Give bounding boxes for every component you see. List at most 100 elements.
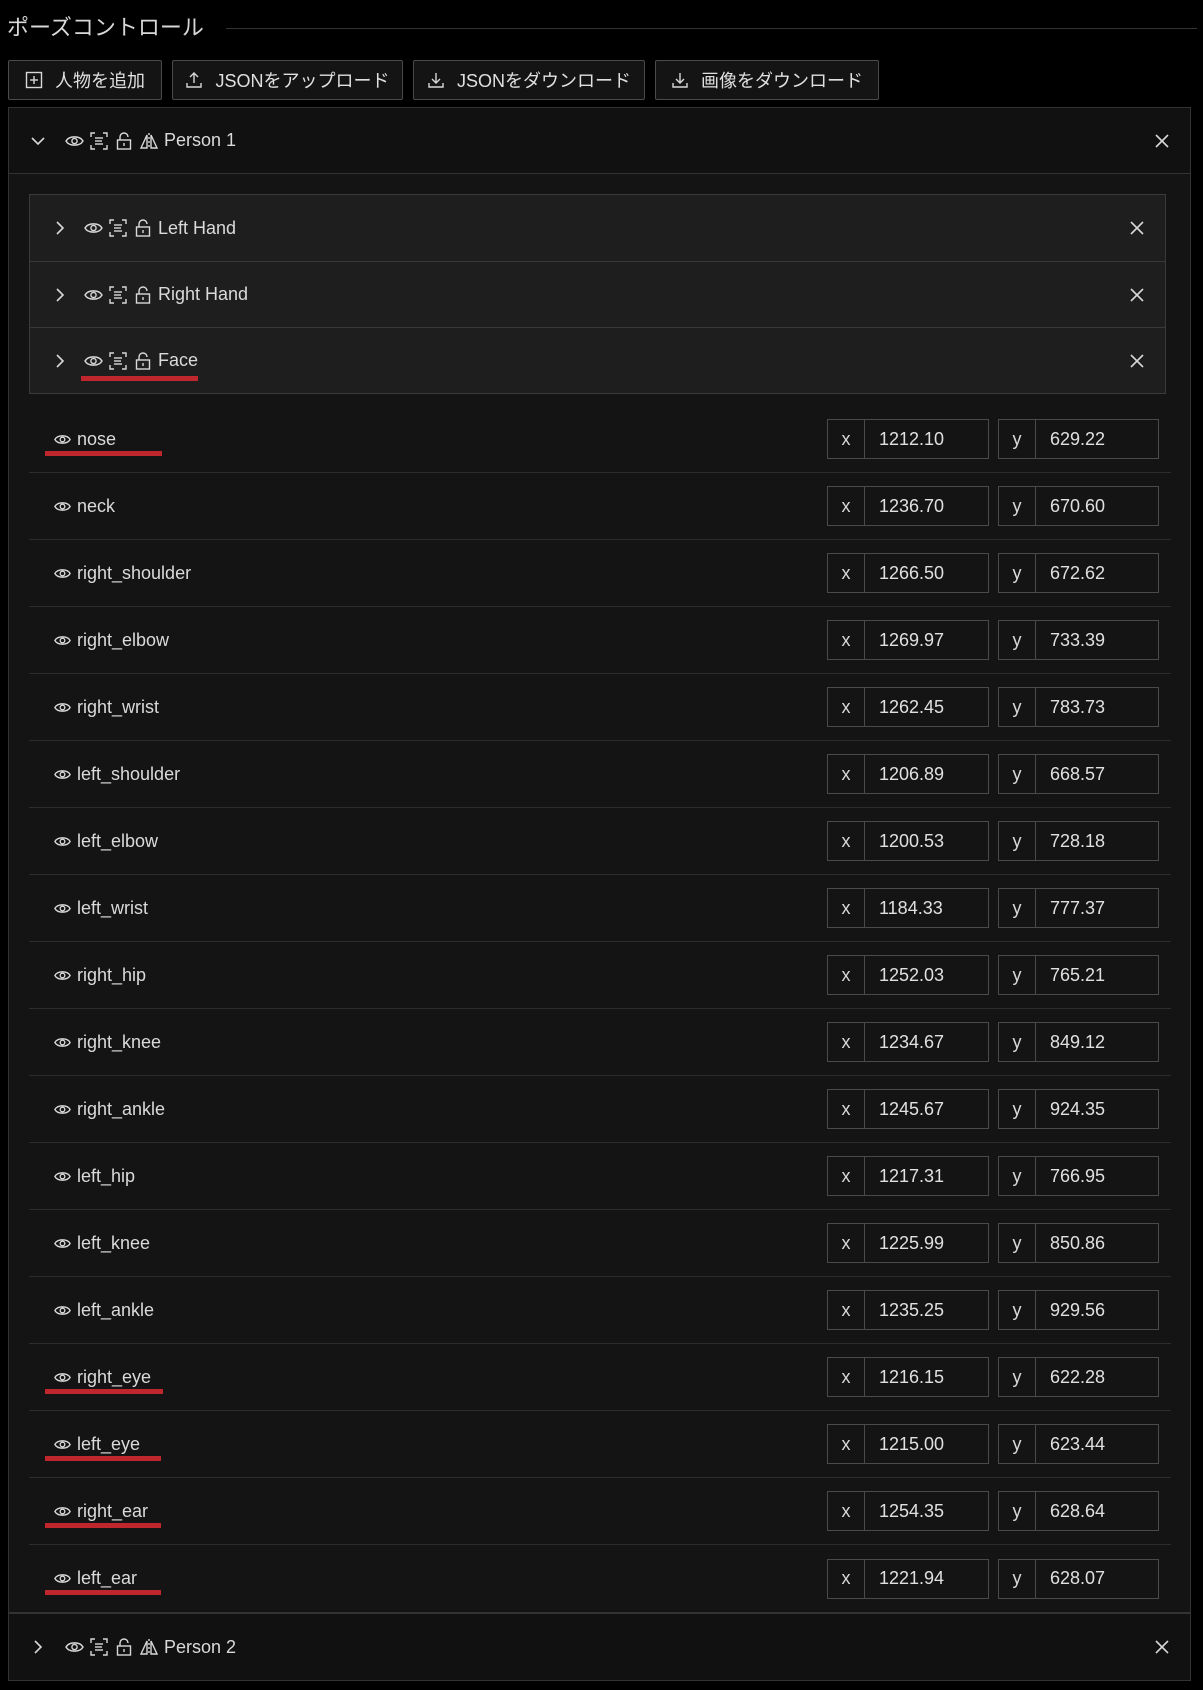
x-value-input[interactable] — [865, 1157, 985, 1195]
x-value-input[interactable] — [865, 1023, 985, 1061]
x-value-input[interactable] — [865, 1224, 985, 1262]
eye-icon[interactable] — [82, 217, 104, 239]
part-item-face[interactable]: Face — [30, 327, 1165, 393]
eye-icon[interactable] — [51, 1299, 73, 1321]
eye-icon[interactable] — [51, 1232, 73, 1254]
y-value-input[interactable] — [1036, 688, 1146, 726]
x-value-input[interactable] — [865, 956, 985, 994]
unlock-icon[interactable] — [113, 1636, 135, 1658]
part-item-right-hand[interactable]: Right Hand — [30, 261, 1165, 327]
y-value-input[interactable] — [1036, 621, 1146, 659]
close-icon[interactable] — [1127, 218, 1147, 238]
eye-icon[interactable] — [51, 897, 73, 919]
x-axis-label: x — [828, 487, 865, 525]
bounding-box-icon[interactable] — [107, 217, 129, 239]
flip-horizontal-icon[interactable] — [138, 130, 160, 152]
eye-icon[interactable] — [51, 428, 73, 450]
person-header-2[interactable]: Person 2 — [9, 1614, 1190, 1680]
x-value-input[interactable] — [865, 1425, 985, 1463]
y-value-input[interactable] — [1036, 755, 1146, 793]
part-item-left-hand[interactable]: Left Hand — [30, 195, 1165, 261]
y-value-input[interactable] — [1036, 1291, 1146, 1329]
unlock-icon[interactable] — [132, 350, 154, 372]
close-icon[interactable] — [1152, 131, 1172, 151]
chevron-down-icon[interactable] — [28, 131, 48, 151]
x-value-input[interactable] — [865, 420, 985, 458]
chevron-right-icon[interactable] — [50, 218, 70, 238]
chevron-right-icon[interactable] — [50, 285, 70, 305]
eye-icon[interactable] — [51, 1568, 73, 1590]
eye-icon[interactable] — [63, 130, 85, 152]
download-image-button[interactable]: 画像をダウンロード — [655, 60, 879, 100]
x-value-input[interactable] — [865, 755, 985, 793]
x-value-input[interactable] — [865, 889, 985, 927]
x-value-input[interactable] — [865, 554, 985, 592]
y-value-input[interactable] — [1036, 1358, 1146, 1396]
unlock-icon[interactable] — [132, 217, 154, 239]
close-icon[interactable] — [1152, 1637, 1172, 1657]
eye-icon[interactable] — [82, 284, 104, 306]
keypoint-row: left_knee x y — [29, 1210, 1171, 1277]
chevron-right-icon[interactable] — [50, 351, 70, 371]
eye-icon[interactable] — [51, 1098, 73, 1120]
bounding-box-icon[interactable] — [107, 350, 129, 372]
eye-icon[interactable] — [51, 562, 73, 584]
person-header-1[interactable]: Person 1 — [9, 108, 1190, 174]
y-value-input[interactable] — [1036, 487, 1146, 525]
eye-icon[interactable] — [51, 629, 73, 651]
y-value-input[interactable] — [1036, 1157, 1146, 1195]
x-value-input[interactable] — [865, 1090, 985, 1128]
y-value-input[interactable] — [1036, 554, 1146, 592]
eye-icon[interactable] — [82, 350, 104, 372]
eye-icon[interactable] — [51, 1500, 73, 1522]
upload-json-button[interactable]: JSONをアップロード — [172, 60, 403, 100]
y-value-input[interactable] — [1036, 822, 1146, 860]
close-icon[interactable] — [1127, 351, 1147, 371]
y-value-input[interactable] — [1036, 1023, 1146, 1061]
eye-icon[interactable] — [51, 1433, 73, 1455]
y-value-input[interactable] — [1036, 956, 1146, 994]
bounding-box-icon[interactable] — [107, 284, 129, 306]
annotation-underline — [45, 451, 162, 456]
eye-icon[interactable] — [51, 696, 73, 718]
keypoint-name: right_knee — [51, 1031, 161, 1053]
unlock-icon[interactable] — [113, 130, 135, 152]
download-json-button[interactable]: JSONをダウンロード — [413, 60, 645, 100]
eye-icon[interactable] — [51, 763, 73, 785]
add-person-button[interactable]: 人物を追加 — [8, 60, 162, 100]
chevron-right-icon[interactable] — [28, 1637, 48, 1657]
x-value-input[interactable] — [865, 1358, 985, 1396]
eye-icon[interactable] — [51, 495, 73, 517]
eye-icon[interactable] — [63, 1636, 85, 1658]
unlock-icon[interactable] — [132, 284, 154, 306]
keypoint-name: right_elbow — [51, 629, 169, 651]
y-value-input[interactable] — [1036, 1090, 1146, 1128]
x-value-input[interactable] — [865, 688, 985, 726]
x-value-input[interactable] — [865, 621, 985, 659]
close-icon[interactable] — [1127, 285, 1147, 305]
y-value-input[interactable] — [1036, 1492, 1146, 1530]
y-value-input[interactable] — [1036, 1224, 1146, 1262]
keypoint-label: right_eye — [77, 1366, 152, 1387]
x-value-input[interactable] — [865, 487, 985, 525]
upload-json-label: JSONをアップロード — [215, 71, 390, 91]
x-value-input[interactable] — [865, 1492, 985, 1530]
y-value-input[interactable] — [1036, 889, 1146, 927]
x-coordinate-field: x — [827, 1022, 989, 1062]
eye-icon[interactable] — [51, 1031, 73, 1053]
bounding-box-icon[interactable] — [88, 1636, 110, 1658]
eye-icon[interactable] — [51, 830, 73, 852]
bounding-box-icon[interactable] — [88, 130, 110, 152]
keypoint-row: right_wrist x y — [29, 674, 1171, 741]
eye-icon[interactable] — [51, 964, 73, 986]
flip-horizontal-icon[interactable] — [138, 1636, 160, 1658]
y-value-input[interactable] — [1036, 1425, 1146, 1463]
x-value-input[interactable] — [865, 822, 985, 860]
eye-icon[interactable] — [51, 1366, 73, 1388]
x-value-input[interactable] — [865, 1559, 985, 1598]
x-value-input[interactable] — [865, 1291, 985, 1329]
y-coordinate-field: y — [998, 486, 1159, 526]
y-value-input[interactable] — [1036, 420, 1146, 458]
y-value-input[interactable] — [1036, 1559, 1146, 1598]
eye-icon[interactable] — [51, 1165, 73, 1187]
